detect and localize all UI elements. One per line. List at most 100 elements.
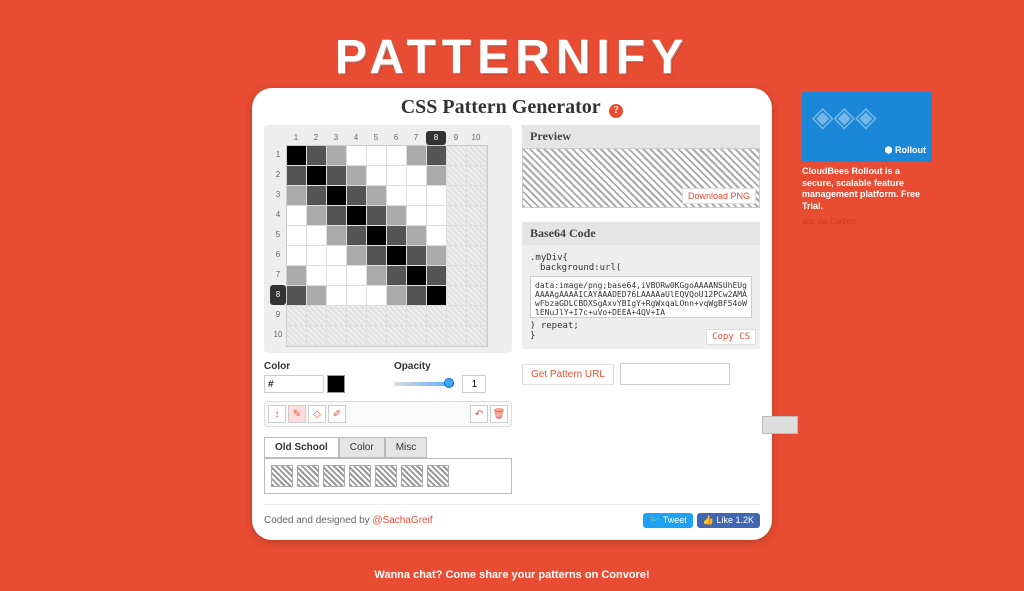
row-num[interactable]: 9 xyxy=(270,305,286,325)
grid-cell[interactable] xyxy=(347,226,367,246)
get-pattern-url-button[interactable]: Get Pattern URL xyxy=(522,364,614,385)
grid-cell[interactable] xyxy=(327,246,347,266)
ad-via[interactable]: ads via Carbon xyxy=(802,217,932,226)
grid-cell[interactable] xyxy=(427,226,447,246)
col-num[interactable]: 7 xyxy=(406,131,426,145)
col-num[interactable]: 5 xyxy=(366,131,386,145)
col-num[interactable]: 10 xyxy=(466,131,486,145)
download-png-button[interactable]: Download PNG xyxy=(682,188,756,204)
grid-cell[interactable] xyxy=(367,206,387,226)
grid-cell[interactable] xyxy=(327,186,347,206)
like-button[interactable]: 👍 Like 1.2K xyxy=(697,513,760,528)
row-num[interactable]: 8 xyxy=(270,285,286,305)
grid-cell[interactable] xyxy=(287,286,307,306)
pixel-grid[interactable] xyxy=(286,145,488,347)
help-icon[interactable]: ? xyxy=(609,104,623,118)
grid-cell[interactable] xyxy=(387,166,407,186)
row-num[interactable]: 10 xyxy=(270,325,286,345)
grid-cell[interactable] xyxy=(307,206,327,226)
preset-pattern[interactable] xyxy=(323,465,345,487)
grid-cell[interactable] xyxy=(307,146,327,166)
col-num[interactable]: 1 xyxy=(286,131,306,145)
col-num[interactable]: 4 xyxy=(346,131,366,145)
grid-cell[interactable] xyxy=(347,266,367,286)
preset-pattern[interactable] xyxy=(427,465,449,487)
grid-cell[interactable] xyxy=(347,146,367,166)
grid-cell[interactable] xyxy=(427,166,447,186)
chat-line[interactable]: Wanna chat? Come share your patterns on … xyxy=(0,569,1024,581)
preset-pattern[interactable] xyxy=(349,465,371,487)
grid-cell[interactable] xyxy=(327,146,347,166)
grid-cell[interactable] xyxy=(387,146,407,166)
grid-cell[interactable] xyxy=(407,246,427,266)
preset-pattern[interactable] xyxy=(375,465,397,487)
grid-cell[interactable] xyxy=(327,206,347,226)
col-num[interactable]: 8 xyxy=(426,131,446,145)
grid-cell[interactable] xyxy=(407,266,427,286)
grid-cell[interactable] xyxy=(327,166,347,186)
opacity-slider[interactable] xyxy=(394,382,454,386)
row-num[interactable]: 3 xyxy=(270,185,286,205)
row-num[interactable]: 4 xyxy=(270,205,286,225)
grid-cell[interactable] xyxy=(367,166,387,186)
preset-pattern[interactable] xyxy=(401,465,423,487)
row-num[interactable]: 5 xyxy=(270,225,286,245)
grid-cell[interactable] xyxy=(387,186,407,206)
col-num[interactable]: 3 xyxy=(326,131,346,145)
grid-cell[interactable] xyxy=(367,266,387,286)
pattern-url-input[interactable] xyxy=(620,363,730,385)
grid-cell[interactable] xyxy=(387,266,407,286)
row-num[interactable]: 1 xyxy=(270,145,286,165)
grid-cell[interactable] xyxy=(387,286,407,306)
grid-cell[interactable] xyxy=(307,286,327,306)
author-link[interactable]: @SachaGreif xyxy=(372,515,432,526)
row-num[interactable]: 2 xyxy=(270,165,286,185)
tool-eyedropper-icon[interactable]: ✐ xyxy=(328,405,346,423)
grid-cell[interactable] xyxy=(427,146,447,166)
grid-cell[interactable] xyxy=(427,286,447,306)
grid-cell[interactable] xyxy=(407,286,427,306)
col-num[interactable]: 2 xyxy=(306,131,326,145)
grid-cell[interactable] xyxy=(367,286,387,306)
ad-text[interactable]: CloudBees Rollout is a secure, scalable … xyxy=(802,166,932,213)
ad-image[interactable]: ◈◈◈ ⬢ Rollout xyxy=(802,92,932,162)
grid-cell[interactable] xyxy=(387,206,407,226)
grid-cell[interactable] xyxy=(407,146,427,166)
copy-css-button[interactable]: Copy CS xyxy=(706,329,756,345)
grid-cell[interactable] xyxy=(407,166,427,186)
col-num[interactable]: 6 xyxy=(386,131,406,145)
grid-cell[interactable] xyxy=(287,266,307,286)
grid-cell[interactable] xyxy=(327,286,347,306)
ad-box[interactable]: ◈◈◈ ⬢ Rollout CloudBees Rollout is a sec… xyxy=(802,92,932,226)
slider-thumb[interactable] xyxy=(444,378,454,388)
grid-cell[interactable] xyxy=(287,186,307,206)
grid-cell[interactable] xyxy=(327,226,347,246)
tab-color[interactable]: Color xyxy=(339,437,385,458)
grid-cell[interactable] xyxy=(407,226,427,246)
grid-cell[interactable] xyxy=(427,266,447,286)
grid-cell[interactable] xyxy=(307,186,327,206)
tab-misc[interactable]: Misc xyxy=(385,437,428,458)
grid-cell[interactable] xyxy=(427,206,447,226)
tool-move-icon[interactable]: ↕ xyxy=(268,405,286,423)
row-num[interactable]: 6 xyxy=(270,245,286,265)
tool-pencil-icon[interactable]: ✎ xyxy=(288,405,306,423)
grid-cell[interactable] xyxy=(287,166,307,186)
grid-cell[interactable] xyxy=(367,246,387,266)
grid-cell[interactable] xyxy=(387,226,407,246)
grid-cell[interactable] xyxy=(367,226,387,246)
grid-cell[interactable] xyxy=(347,246,367,266)
grid-cell[interactable] xyxy=(287,146,307,166)
grid-cell[interactable] xyxy=(387,246,407,266)
grid-cell[interactable] xyxy=(367,186,387,206)
tab-old-school[interactable]: Old School xyxy=(264,437,339,458)
grid-cell[interactable] xyxy=(427,186,447,206)
color-hex-input[interactable] xyxy=(264,375,324,393)
tool-eraser-icon[interactable]: ◇ xyxy=(308,405,326,423)
code-textarea[interactable]: data:image/png;base64,iVBORw0KGgoAAAANSU… xyxy=(530,276,752,318)
grid-cell[interactable] xyxy=(407,186,427,206)
grid-cell[interactable] xyxy=(407,206,427,226)
preset-pattern[interactable] xyxy=(271,465,293,487)
col-num[interactable]: 9 xyxy=(446,131,466,145)
preset-pattern[interactable] xyxy=(297,465,319,487)
